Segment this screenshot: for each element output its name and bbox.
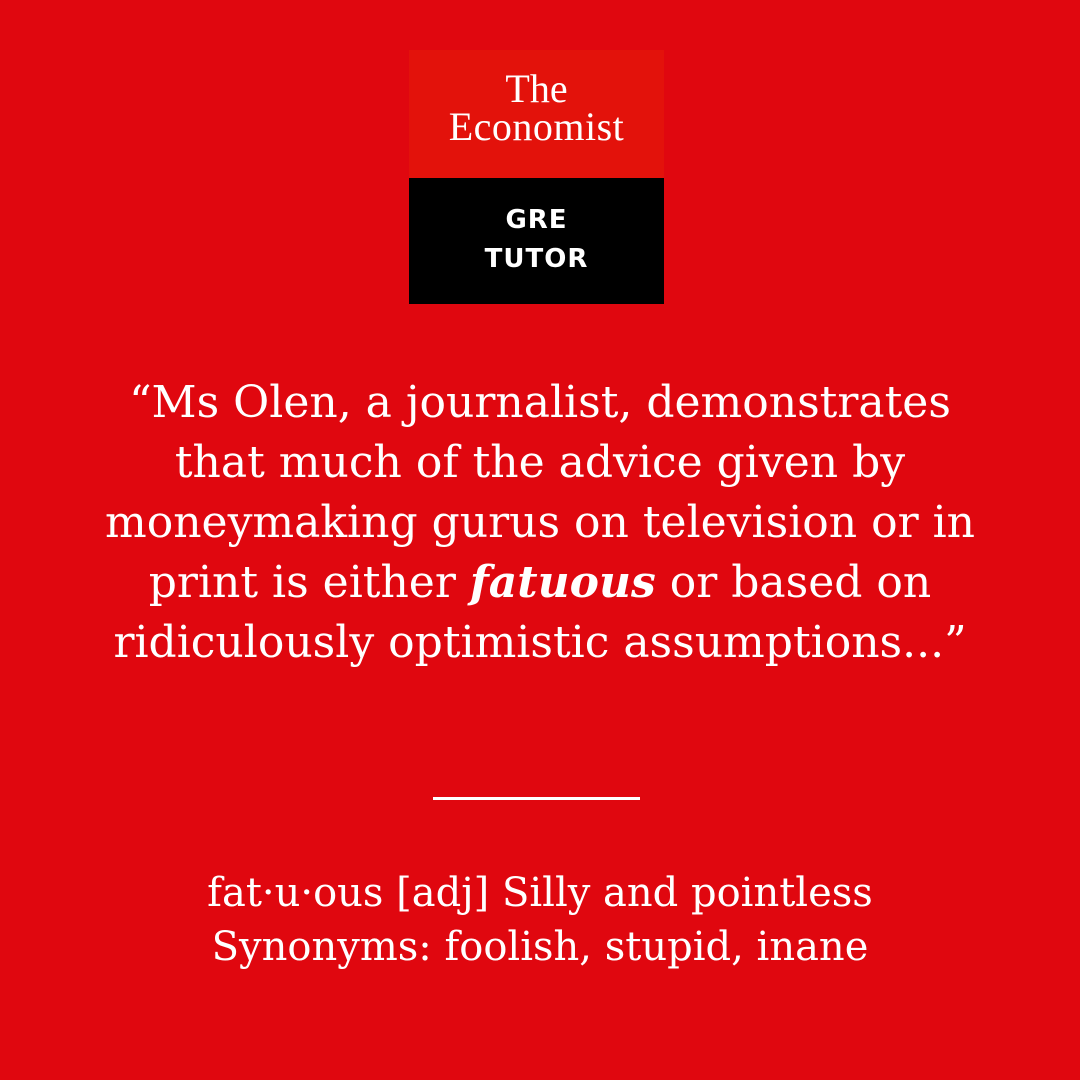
logo-product-line1: GRE — [505, 205, 568, 235]
divider — [433, 797, 640, 800]
definition-line: fat·u·ous [adj] Silly and pointless — [207, 870, 873, 916]
logo-brand-line2: Economist — [448, 104, 625, 149]
economist-gre-tutor-logo: The Economist GRE TUTOR — [409, 50, 664, 304]
synonyms-line: Synonyms: foolish, stupid, inane — [211, 924, 869, 970]
logo-product-block: GRE TUTOR — [409, 178, 664, 304]
logo-brand-line1: The — [505, 66, 568, 111]
logo-brand-block: The Economist — [409, 50, 664, 178]
definition: fat·u·ous [adj] Silly and pointless Syno… — [100, 866, 980, 974]
quote-text: “Ms Olen, a journalist, demonstrates tha… — [100, 373, 980, 673]
quote-highlight-word: fatuous — [469, 557, 656, 608]
logo-product-line2: TUTOR — [484, 244, 589, 274]
